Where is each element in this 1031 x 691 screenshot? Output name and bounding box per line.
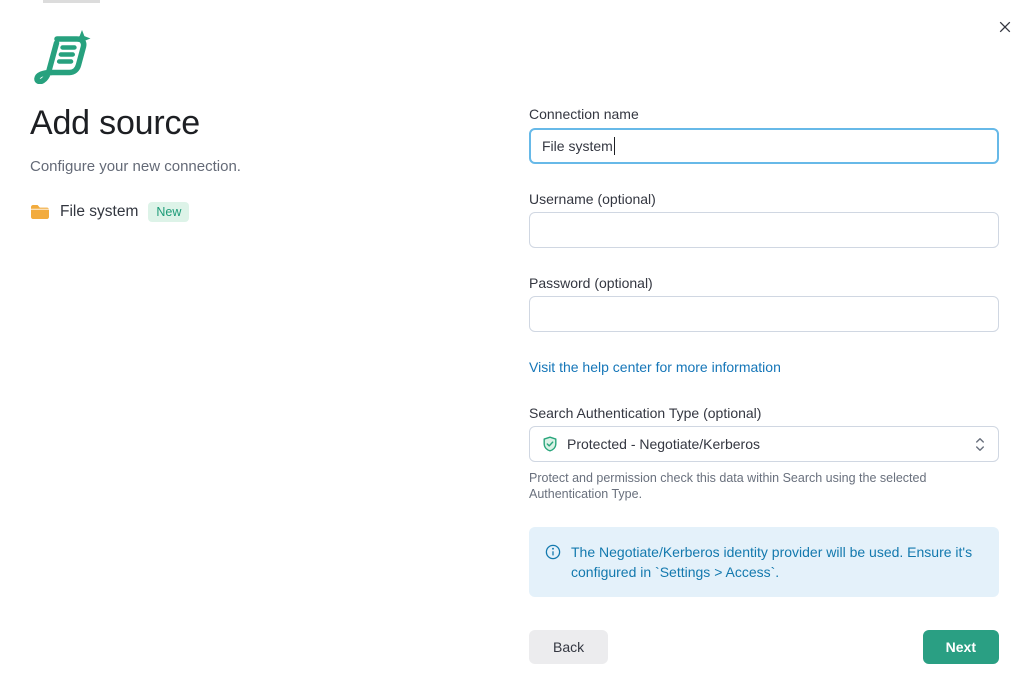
username-input[interactable] — [529, 212, 999, 248]
back-button[interactable]: Back — [529, 630, 608, 664]
connection-name-value: File system — [542, 138, 613, 154]
auth-type-select[interactable]: Protected - Negotiate/Kerberos — [529, 426, 999, 462]
info-callout: The Negotiate/Kerberos identity provider… — [529, 527, 999, 597]
auth-type-selected-value: Protected - Negotiate/Kerberos — [567, 436, 965, 452]
form-actions: Back Next — [529, 630, 999, 664]
auth-type-label: Search Authentication Type (optional) — [529, 405, 999, 422]
brand-logo-icon — [30, 30, 92, 84]
left-panel: Add source Configure your new connection… — [30, 30, 480, 222]
page-subtitle: Configure your new connection. — [30, 158, 480, 176]
close-icon — [998, 20, 1012, 34]
shield-check-icon — [542, 436, 558, 452]
chevron-up-down-icon — [974, 436, 986, 453]
password-label: Password (optional) — [529, 275, 999, 292]
connection-form: Connection name File system Username (op… — [529, 0, 999, 664]
connection-name-input[interactable]: File system — [529, 128, 999, 164]
username-label: Username (optional) — [529, 191, 999, 208]
connection-name-label: Connection name — [529, 106, 999, 123]
page-title: Add source — [30, 104, 480, 142]
background-window-fragment — [43, 0, 100, 3]
help-center-link[interactable]: Visit the help center for more informati… — [529, 359, 781, 376]
add-source-modal: Add source Configure your new connection… — [0, 0, 1031, 691]
next-button[interactable]: Next — [923, 630, 999, 664]
source-name: File system — [60, 203, 138, 221]
selected-source-item: File system New — [30, 202, 480, 222]
new-badge: New — [148, 202, 189, 222]
password-input[interactable] — [529, 296, 999, 332]
callout-text: The Negotiate/Kerberos identity provider… — [571, 542, 983, 582]
auth-type-help-text: Protect and permission check this data w… — [529, 471, 979, 502]
text-caret — [614, 137, 616, 155]
info-icon — [545, 544, 561, 560]
folder-icon — [30, 204, 50, 220]
